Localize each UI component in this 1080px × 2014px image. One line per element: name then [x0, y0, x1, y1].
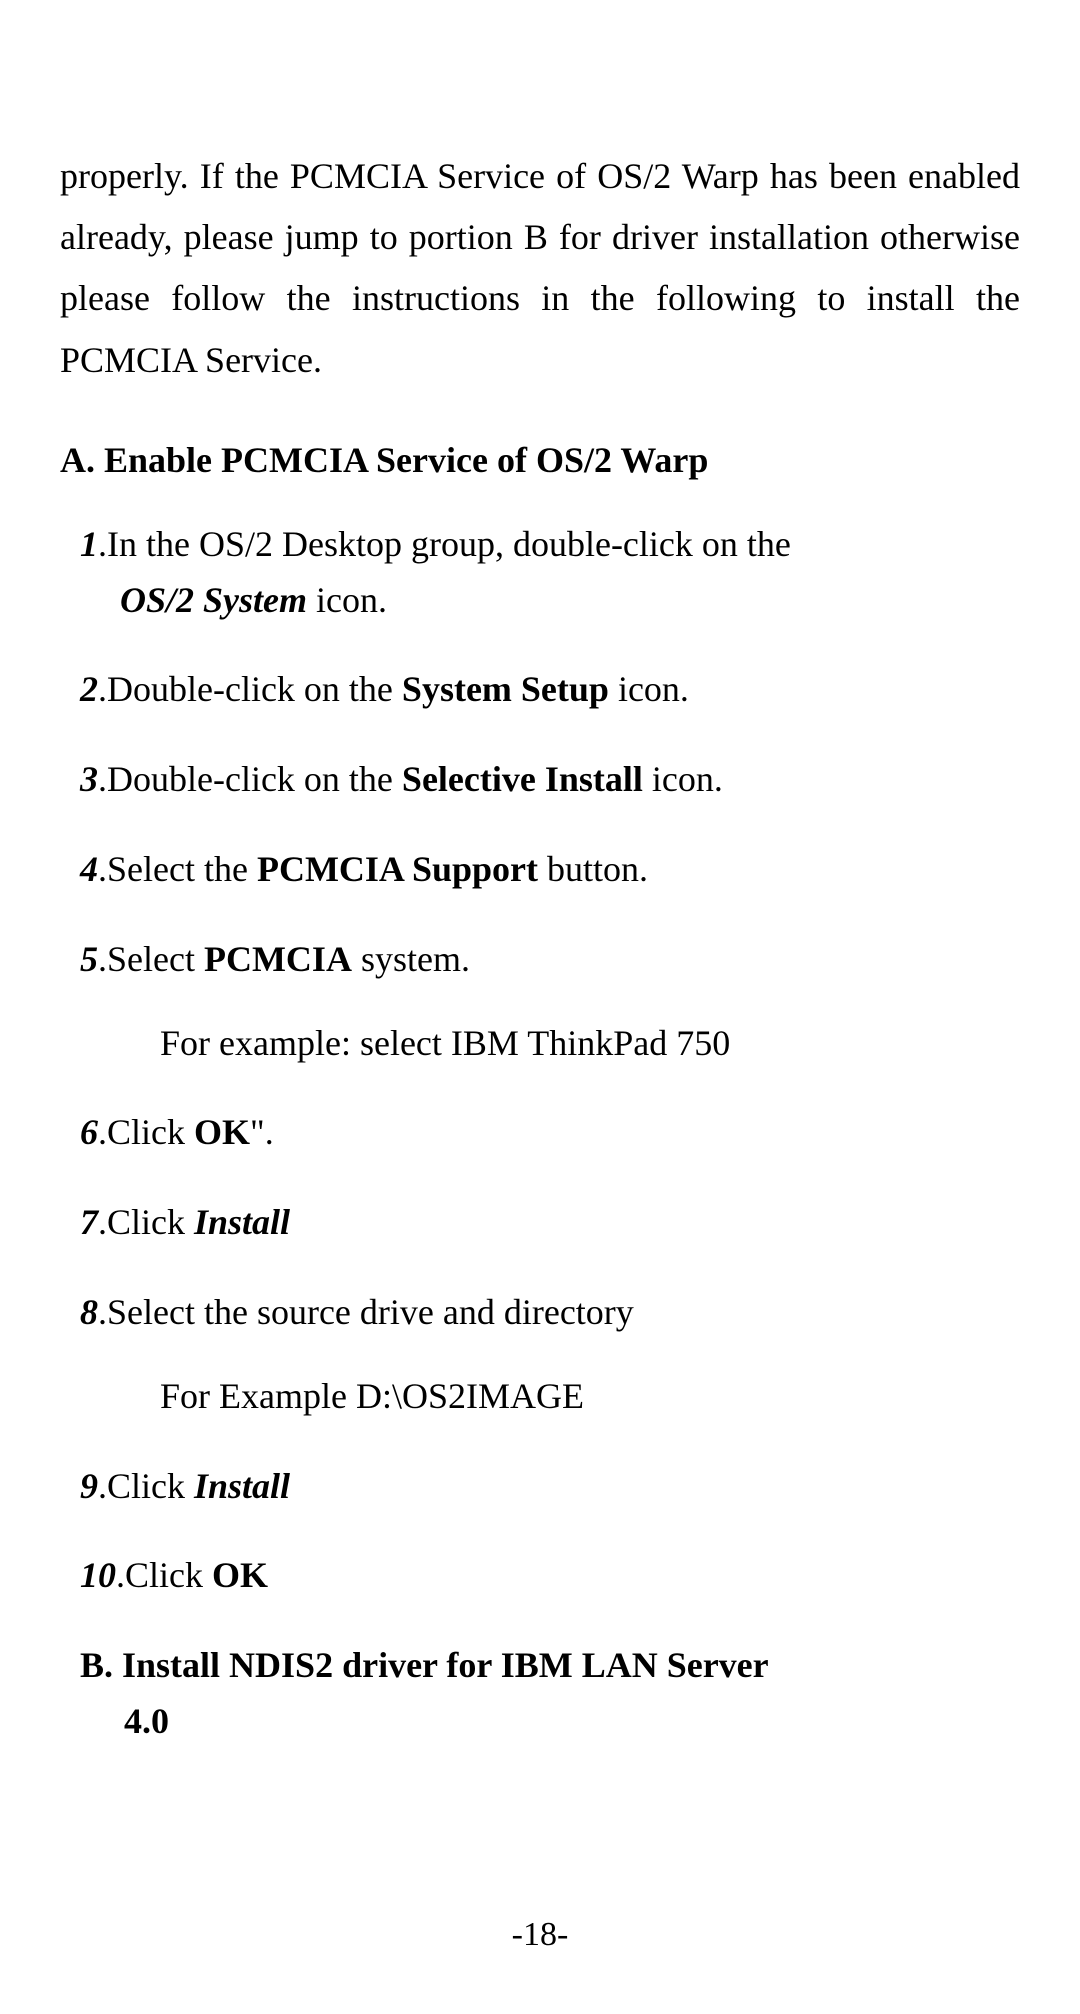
step-4-bold: PCMCIA Support [257, 849, 538, 889]
step-8: 8.Select the source drive and directory [60, 1285, 1020, 1341]
step-6-pre: .Click [98, 1112, 194, 1152]
step-7: 7.Click Install [60, 1195, 1020, 1251]
step-3: 3.Double-click on the Selective Install … [60, 752, 1020, 808]
step-9-num: 9 [80, 1466, 98, 1506]
step-1-pre: .In the OS/2 Desktop group, double-click… [98, 524, 791, 564]
step-10: 10.Click OK [60, 1548, 1020, 1604]
step-5-num: 5 [80, 939, 98, 979]
step-9-pre: .Click [98, 1466, 194, 1506]
step-1-post: icon. [307, 580, 387, 620]
step-9-boldit: Install [194, 1466, 290, 1506]
step-5-pre: .Select [98, 939, 204, 979]
step-6-bold: OK [194, 1112, 250, 1152]
step-7-pre: .Click [98, 1202, 194, 1242]
step-10-num: 10 [80, 1555, 116, 1595]
page-number: -18- [0, 1916, 1080, 1954]
step-7-boldit: Install [194, 1202, 290, 1242]
step-10-bold: OK [212, 1555, 268, 1595]
step-3-pre: .Double-click on the [98, 759, 402, 799]
document-page: properly. If the PCMCIA Service of OS/2 … [0, 0, 1080, 2014]
step-3-bold: Selective Install [402, 759, 643, 799]
step-8-example: For Example D:\OS2IMAGE [60, 1369, 1020, 1425]
section-a-heading: A. Enable PCMCIA Service of OS/2 Warp [60, 439, 1020, 481]
step-2: 2.Double-click on the System Setup icon. [60, 662, 1020, 718]
step-5-example: For example: select IBM ThinkPad 750 [60, 1016, 1020, 1072]
step-2-bold: System Setup [402, 669, 609, 709]
step-2-num: 2 [80, 669, 98, 709]
step-10-pre: .Click [116, 1555, 212, 1595]
section-b-heading-line1: B. Install NDIS2 driver for IBM LAN Serv… [80, 1645, 769, 1685]
step-8-text: .Select the source drive and directory [98, 1292, 634, 1332]
step-5: 5.Select PCMCIA system. [60, 932, 1020, 988]
step-6: 6.Click OK". [60, 1105, 1020, 1161]
step-5-bold: PCMCIA [204, 939, 352, 979]
step-5-post: system. [352, 939, 470, 979]
step-1-num: 1 [80, 524, 98, 564]
step-8-num: 8 [80, 1292, 98, 1332]
step-1-bold: OS/2 System [120, 580, 307, 620]
step-4: 4.Select the PCMCIA Support button. [60, 842, 1020, 898]
step-4-num: 4 [80, 849, 98, 889]
step-2-pre: .Double-click on the [98, 669, 402, 709]
step-2-post: icon. [609, 669, 689, 709]
step-6-post: ". [250, 1112, 274, 1152]
section-b-heading: B. Install NDIS2 driver for IBM LAN Serv… [60, 1638, 1020, 1750]
step-4-pre: .Select the [98, 849, 257, 889]
step-3-num: 3 [80, 759, 98, 799]
intro-paragraph: properly. If the PCMCIA Service of OS/2 … [60, 146, 1020, 391]
step-6-num: 6 [80, 1112, 98, 1152]
step-7-num: 7 [80, 1202, 98, 1242]
section-b-heading-line2: 4.0 [80, 1694, 1020, 1750]
step-9: 9.Click Install [60, 1459, 1020, 1515]
step-1: 1.In the OS/2 Desktop group, double-clic… [60, 517, 1020, 629]
step-4-post: button. [538, 849, 648, 889]
step-3-post: icon. [643, 759, 723, 799]
